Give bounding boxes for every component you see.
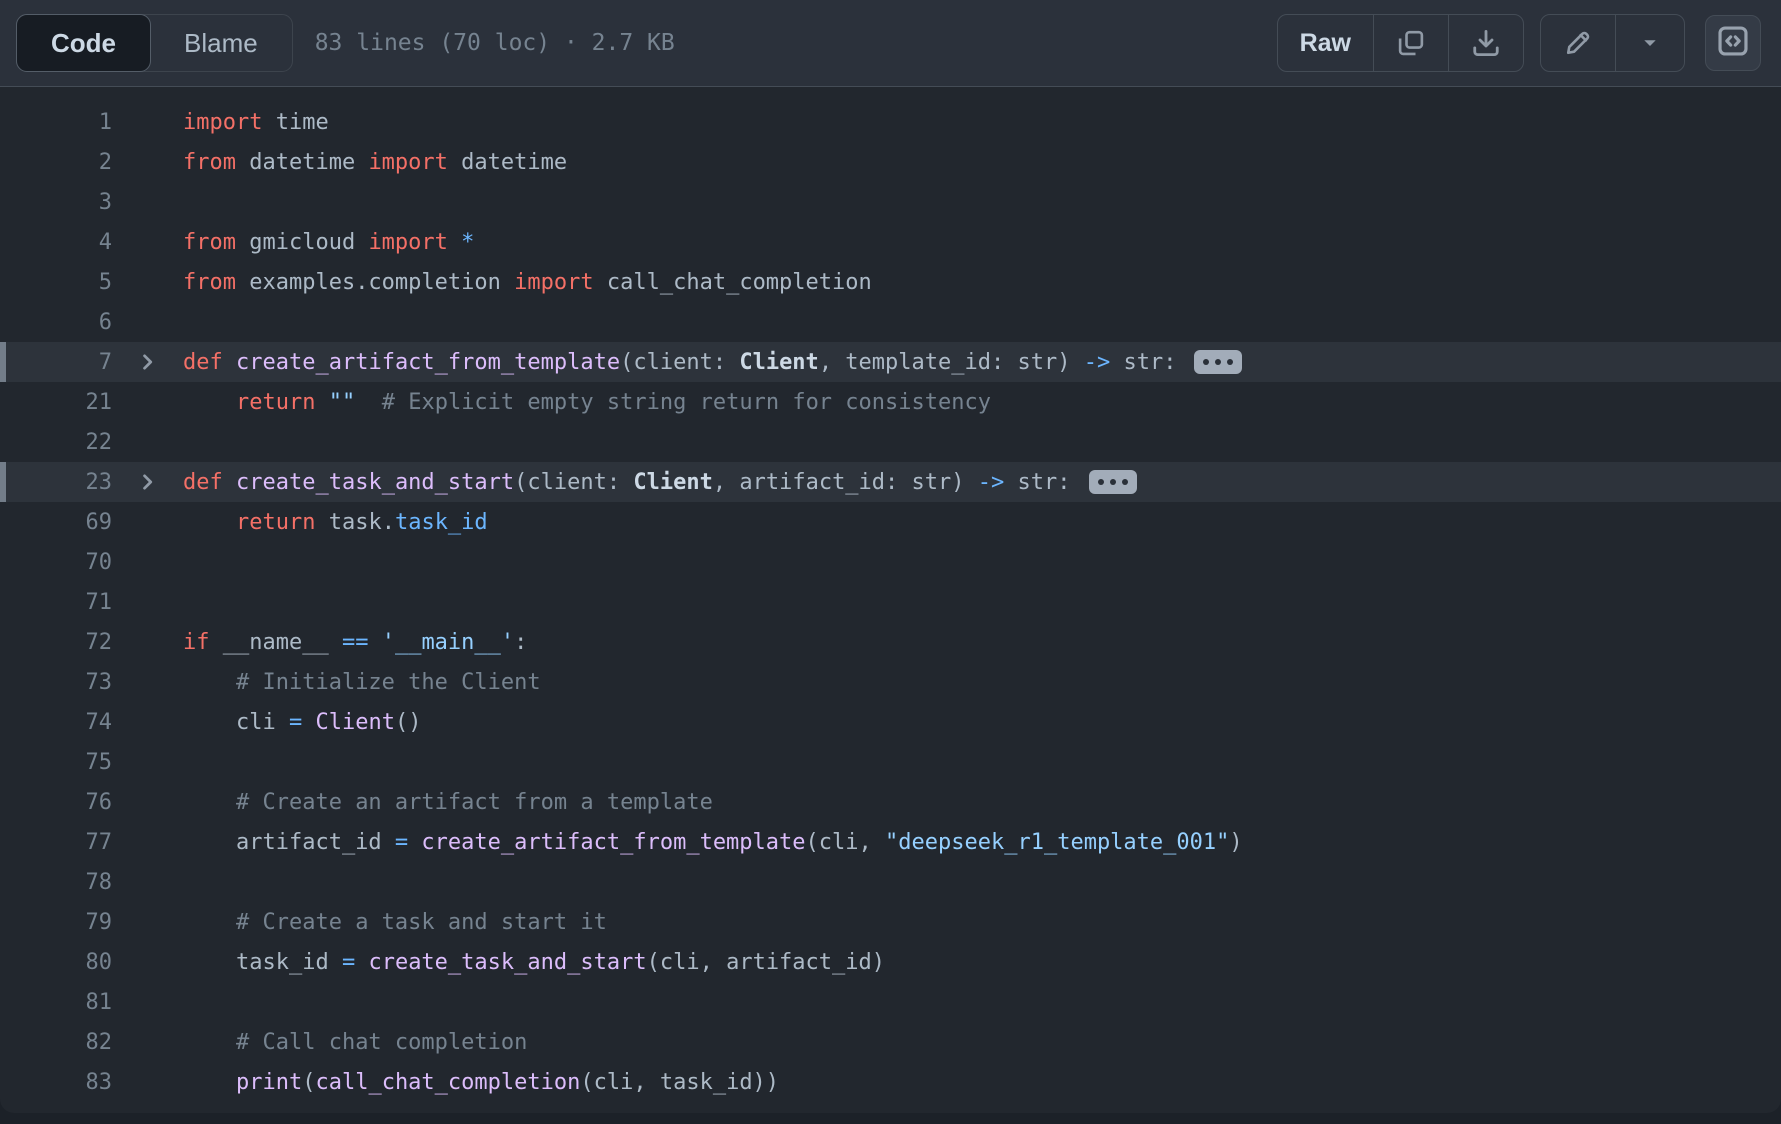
code-line: 23 def create_task_and_start(client: Clie… — [0, 462, 1781, 502]
code-line: 21 return "" # Explicit empty string ret… — [0, 382, 1781, 422]
edit-actions-group — [1540, 14, 1685, 72]
code-text: return task.task_id — [183, 510, 488, 535]
code-line: 5 from examples.completion import call_ch… — [0, 262, 1781, 302]
line-number[interactable]: 4 — [0, 230, 112, 255]
raw-button[interactable]: Raw — [1278, 15, 1373, 71]
code-line: 77 artifact_id = create_artifact_from_te… — [0, 822, 1781, 862]
code-line: 1 import time — [0, 102, 1781, 142]
code-line: 22 — [0, 422, 1781, 462]
line-number[interactable]: 83 — [0, 1070, 112, 1095]
line-number[interactable]: 79 — [0, 910, 112, 935]
chevron-right-icon[interactable] — [137, 471, 159, 493]
code-line: 82 # Call chat completion — [0, 1022, 1781, 1062]
line-number[interactable]: 72 — [0, 630, 112, 655]
code-line: 71 — [0, 582, 1781, 622]
code-text: cli = Client() — [183, 710, 421, 735]
code-line: 80 task_id = create_task_and_start(cli, … — [0, 942, 1781, 982]
code-text: return "" # Explicit empty string return… — [183, 390, 991, 415]
line-number[interactable]: 78 — [0, 870, 112, 895]
code-line: 73 # Initialize the Client — [0, 662, 1781, 702]
download-button[interactable] — [1448, 15, 1523, 71]
code-line: 75 — [0, 742, 1781, 782]
pencil-icon — [1563, 28, 1593, 58]
code-text: artifact_id = create_artifact_from_templ… — [183, 830, 1243, 855]
line-number[interactable]: 22 — [0, 430, 112, 455]
line-number[interactable]: 76 — [0, 790, 112, 815]
code-line: 7 def create_artifact_from_template(clien… — [0, 342, 1781, 382]
edit-button[interactable] — [1541, 15, 1615, 71]
line-number[interactable]: 73 — [0, 670, 112, 695]
code-line: 74 cli = Client() — [0, 702, 1781, 742]
raw-actions-group: Raw — [1277, 14, 1524, 72]
code-line: 4 from gmicloud import * — [0, 222, 1781, 262]
file-viewer-panel: Code Blame 83 lines (70 loc) · 2.7 KB Ra… — [0, 0, 1781, 1113]
chevron-down-icon — [1638, 31, 1662, 55]
code-text: if __name__ == '__main__': — [183, 630, 527, 655]
tab-code[interactable]: Code — [16, 14, 151, 72]
copy-button[interactable] — [1373, 15, 1448, 71]
code-line: 72 if __name__ == '__main__': — [0, 622, 1781, 662]
line-number[interactable]: 7 — [0, 350, 112, 375]
code-text: def create_task_and_start(client: Client… — [183, 470, 1137, 495]
code-lines: 1 import time 2 from datetime import dateti… — [0, 87, 1781, 1113]
code-text: # Call chat completion — [183, 1030, 527, 1055]
tab-blame[interactable]: Blame — [150, 15, 292, 71]
code-text: from datetime import datetime — [183, 150, 567, 175]
code-line: 3 — [0, 182, 1781, 222]
file-meta-info: 83 lines (70 loc) · 2.7 KB — [315, 30, 675, 56]
download-icon — [1471, 28, 1501, 58]
line-number[interactable]: 70 — [0, 550, 112, 575]
code-text: # Create a task and start it — [183, 910, 607, 935]
line-number[interactable]: 23 — [0, 470, 112, 495]
file-toolbar: Code Blame 83 lines (70 loc) · 2.7 KB Ra… — [0, 0, 1781, 87]
line-number[interactable]: 75 — [0, 750, 112, 775]
line-number[interactable]: 82 — [0, 1030, 112, 1055]
expand-collapsed-code-button[interactable] — [1089, 470, 1137, 494]
line-number[interactable]: 6 — [0, 310, 112, 335]
symbols-panel-button[interactable] — [1705, 15, 1761, 71]
code-line: 83 print(call_chat_completion(cli, task_… — [0, 1062, 1781, 1102]
code-text: from examples.completion import call_cha… — [183, 270, 872, 295]
code-text: # Create an artifact from a template — [183, 790, 713, 815]
edit-dropdown-button[interactable] — [1615, 15, 1684, 71]
code-line: 76 # Create an artifact from a template — [0, 782, 1781, 822]
line-number[interactable]: 77 — [0, 830, 112, 855]
line-number[interactable]: 21 — [0, 390, 112, 415]
line-number[interactable]: 2 — [0, 150, 112, 175]
chevron-right-icon[interactable] — [137, 351, 159, 373]
line-number[interactable]: 69 — [0, 510, 112, 535]
code-line: 6 — [0, 302, 1781, 342]
code-text: task_id = create_task_and_start(cli, art… — [183, 950, 885, 975]
line-number[interactable]: 81 — [0, 990, 112, 1015]
code-text: print(call_chat_completion(cli, task_id)… — [183, 1070, 779, 1095]
line-number[interactable]: 5 — [0, 270, 112, 295]
code-text: def create_artifact_from_template(client… — [183, 350, 1242, 375]
line-number[interactable]: 1 — [0, 110, 112, 135]
code-line: 79 # Create a task and start it — [0, 902, 1781, 942]
code-text: import time — [183, 110, 329, 135]
code-text: from gmicloud import * — [183, 230, 474, 255]
code-line: 2 from datetime import datetime — [0, 142, 1781, 182]
line-number[interactable]: 3 — [0, 190, 112, 215]
code-line: 69 return task.task_id — [0, 502, 1781, 542]
code-line: 81 — [0, 982, 1781, 1022]
copy-icon — [1396, 28, 1426, 58]
code-line: 78 — [0, 862, 1781, 902]
line-number[interactable]: 80 — [0, 950, 112, 975]
line-number[interactable]: 71 — [0, 590, 112, 615]
expand-collapsed-code-button[interactable] — [1194, 350, 1242, 374]
code-symbols-icon — [1716, 24, 1750, 63]
line-number[interactable]: 74 — [0, 710, 112, 735]
code-blame-switch: Code Blame — [16, 14, 293, 72]
code-text: # Initialize the Client — [183, 670, 541, 695]
code-line: 70 — [0, 542, 1781, 582]
